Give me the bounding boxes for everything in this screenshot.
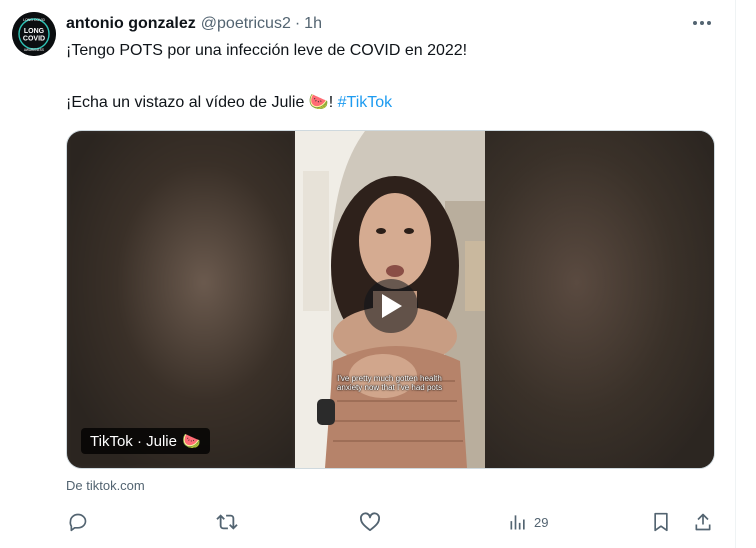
reply-icon <box>69 513 87 532</box>
tweet-actions: 29 <box>66 510 716 534</box>
retweet-icon <box>216 514 238 530</box>
separator-dot: · <box>294 15 301 32</box>
like-button[interactable] <box>359 510 381 534</box>
tweet-text-line-2-end: ! <box>328 94 334 111</box>
bookmark-button[interactable] <box>651 510 671 534</box>
tweet-text-line-1: ¡Tengo POTS por una infección leve de CO… <box>66 42 468 59</box>
media-source-label: TikTok · Julie <box>90 432 177 450</box>
tweet-text-line-2-main: ¡Echa un vistazo al vídeo de Julie <box>66 94 305 111</box>
tweet-header: antonio gonzalez @poetricus2 · 1h <box>66 13 322 35</box>
views-button[interactable]: 29 <box>508 510 548 534</box>
share-icon <box>695 513 711 531</box>
avatar-main-text-2: COVID <box>23 36 45 43</box>
tweet-text-line-2: ¡Echa un vistazo al vídeo de Julie 🍉! #T… <box>66 93 392 113</box>
media-source-emoji: 🍉 <box>181 433 201 450</box>
avatar-main-text-1: LONG <box>24 28 45 35</box>
avatar[interactable]: LONG COVID LONG COVID AWARENESS <box>12 12 56 56</box>
like-icon <box>359 512 380 532</box>
author-name[interactable]: antonio gonzalez <box>66 15 196 33</box>
timestamp[interactable]: 1h <box>304 15 322 33</box>
play-button[interactable] <box>364 279 418 333</box>
video-blur-left <box>67 131 295 468</box>
watermelon-emoji: 🍉 <box>308 94 329 111</box>
video-blur-right <box>485 131 714 468</box>
video-card[interactable]: I've pretty much gotten health anxiety n… <box>66 130 715 469</box>
media-source-badge[interactable]: TikTok · Julie 🍉 <box>81 428 210 454</box>
views-count: 29 <box>534 514 549 530</box>
reply-button[interactable] <box>68 510 88 534</box>
play-icon <box>382 294 402 318</box>
retweet-button[interactable] <box>216 510 238 534</box>
bookmark-icon <box>654 512 668 532</box>
more-icon[interactable] <box>690 12 714 34</box>
hashtag-link[interactable]: #TikTok <box>338 94 393 111</box>
avatar-top-text: LONG COVID <box>23 18 45 22</box>
author-handle[interactable]: @poetricus2 <box>201 15 291 33</box>
card-domain[interactable]: De tiktok.com <box>66 478 145 493</box>
share-button[interactable] <box>693 510 713 534</box>
views-icon <box>510 515 525 530</box>
right-edge <box>735 0 756 548</box>
video-caption: I've pretty much gotten health anxiety n… <box>336 374 443 392</box>
avatar-bottom-text: AWARENESS <box>24 48 44 52</box>
long-covid-logo: LONG COVID LONG COVID AWARENESS <box>12 12 56 56</box>
